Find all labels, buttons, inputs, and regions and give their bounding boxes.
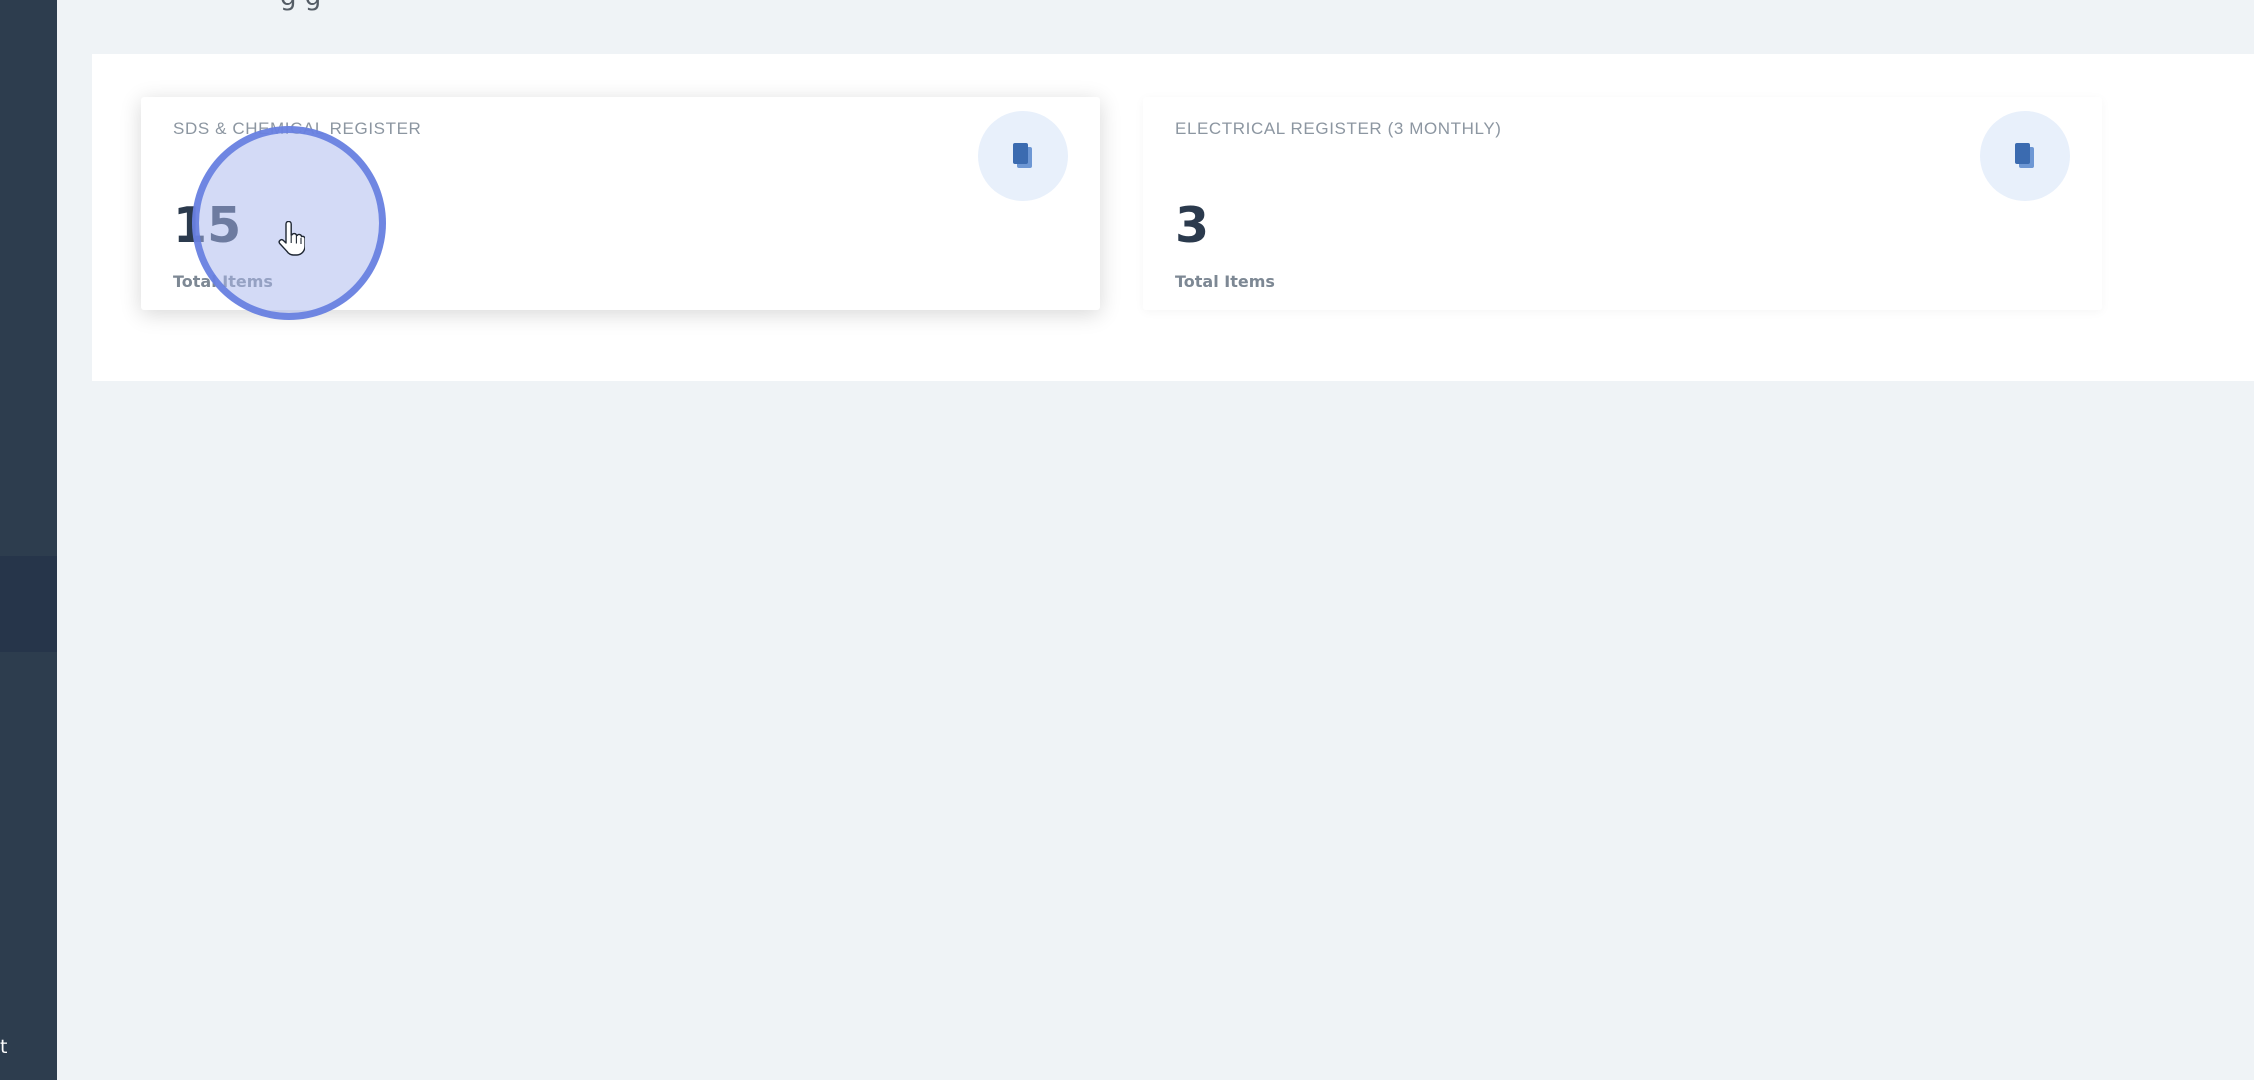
sidebar-bottom-label[interactable]: t	[0, 1036, 7, 1058]
register-card-electrical[interactable]: ELECTRICAL REGISTER (3 MONTHLY) 3 Total …	[1143, 97, 2102, 310]
card-icon-badge	[1980, 111, 2070, 201]
card-subtitle: Total Items	[173, 272, 273, 291]
card-subtitle: Total Items	[1175, 272, 1275, 291]
card-total-value: 15	[173, 197, 242, 254]
register-card-sds-chemical[interactable]: SDS & CHEMICAL REGISTER 15 Total Items	[141, 97, 1100, 310]
card-icon-badge	[978, 111, 1068, 201]
card-title: ELECTRICAL REGISTER (3 MONTHLY)	[1175, 119, 1502, 138]
sidebar: t	[0, 0, 57, 1080]
page-header-text: g g	[280, 0, 321, 10]
card-title: SDS & CHEMICAL REGISTER	[173, 119, 422, 138]
copy-icon	[1013, 143, 1032, 168]
sidebar-active-item[interactable]	[0, 556, 57, 652]
copy-icon	[2015, 143, 2034, 168]
card-total-value: 3	[1175, 197, 1210, 254]
